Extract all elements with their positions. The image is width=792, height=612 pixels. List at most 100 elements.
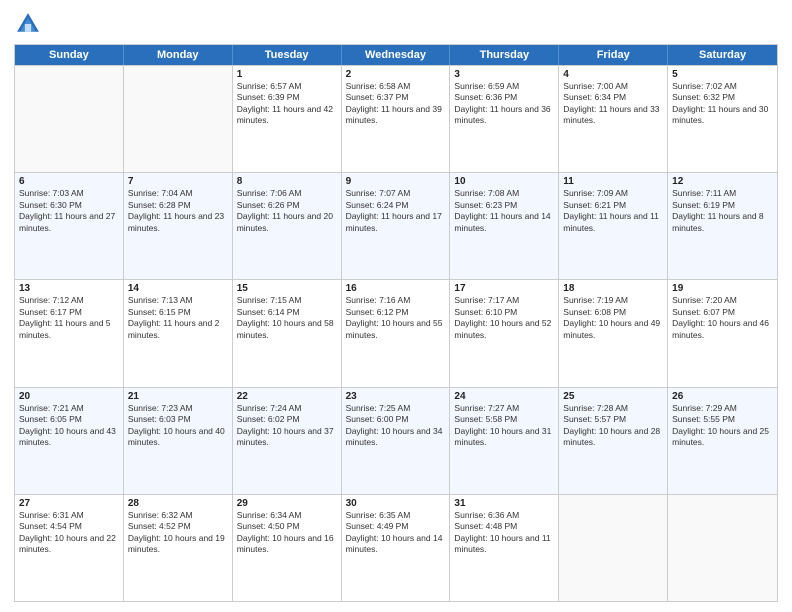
cell-info: Sunrise: 7:12 AMSunset: 6:17 PMDaylight:… bbox=[19, 295, 119, 341]
cell-info: Sunrise: 7:03 AMSunset: 6:30 PMDaylight:… bbox=[19, 188, 119, 234]
calendar-cell: 3Sunrise: 6:59 AMSunset: 6:36 PMDaylight… bbox=[450, 66, 559, 172]
calendar: SundayMondayTuesdayWednesdayThursdayFrid… bbox=[14, 44, 778, 602]
calendar-cell bbox=[559, 495, 668, 601]
calendar-cell: 31Sunrise: 6:36 AMSunset: 4:48 PMDayligh… bbox=[450, 495, 559, 601]
calendar-header-wednesday: Wednesday bbox=[342, 45, 451, 65]
cell-info: Sunrise: 7:23 AMSunset: 6:03 PMDaylight:… bbox=[128, 403, 228, 449]
cell-info: Sunrise: 6:35 AMSunset: 4:49 PMDaylight:… bbox=[346, 510, 446, 556]
calendar-cell: 8Sunrise: 7:06 AMSunset: 6:26 PMDaylight… bbox=[233, 173, 342, 279]
calendar-cell: 15Sunrise: 7:15 AMSunset: 6:14 PMDayligh… bbox=[233, 280, 342, 386]
calendar-cell: 27Sunrise: 6:31 AMSunset: 4:54 PMDayligh… bbox=[15, 495, 124, 601]
cell-info: Sunrise: 6:57 AMSunset: 6:39 PMDaylight:… bbox=[237, 81, 337, 127]
cell-info: Sunrise: 7:11 AMSunset: 6:19 PMDaylight:… bbox=[672, 188, 773, 234]
cell-info: Sunrise: 7:19 AMSunset: 6:08 PMDaylight:… bbox=[563, 295, 663, 341]
calendar-cell: 23Sunrise: 7:25 AMSunset: 6:00 PMDayligh… bbox=[342, 388, 451, 494]
day-number: 8 bbox=[237, 176, 337, 187]
day-number: 9 bbox=[346, 176, 446, 187]
cell-info: Sunrise: 7:24 AMSunset: 6:02 PMDaylight:… bbox=[237, 403, 337, 449]
calendar-cell: 14Sunrise: 7:13 AMSunset: 6:15 PMDayligh… bbox=[124, 280, 233, 386]
cell-info: Sunrise: 6:36 AMSunset: 4:48 PMDaylight:… bbox=[454, 510, 554, 556]
calendar-cell: 1Sunrise: 6:57 AMSunset: 6:39 PMDaylight… bbox=[233, 66, 342, 172]
calendar-row-1: 6Sunrise: 7:03 AMSunset: 6:30 PMDaylight… bbox=[15, 172, 777, 279]
calendar-cell: 25Sunrise: 7:28 AMSunset: 5:57 PMDayligh… bbox=[559, 388, 668, 494]
day-number: 2 bbox=[346, 69, 446, 80]
calendar-cell: 6Sunrise: 7:03 AMSunset: 6:30 PMDaylight… bbox=[15, 173, 124, 279]
cell-info: Sunrise: 7:17 AMSunset: 6:10 PMDaylight:… bbox=[454, 295, 554, 341]
cell-info: Sunrise: 6:58 AMSunset: 6:37 PMDaylight:… bbox=[346, 81, 446, 127]
day-number: 11 bbox=[563, 176, 663, 187]
day-number: 10 bbox=[454, 176, 554, 187]
day-number: 20 bbox=[19, 391, 119, 402]
calendar-cell: 18Sunrise: 7:19 AMSunset: 6:08 PMDayligh… bbox=[559, 280, 668, 386]
cell-info: Sunrise: 7:07 AMSunset: 6:24 PMDaylight:… bbox=[346, 188, 446, 234]
calendar-cell: 28Sunrise: 6:32 AMSunset: 4:52 PMDayligh… bbox=[124, 495, 233, 601]
day-number: 15 bbox=[237, 283, 337, 294]
calendar-cell: 12Sunrise: 7:11 AMSunset: 6:19 PMDayligh… bbox=[668, 173, 777, 279]
calendar-cell: 7Sunrise: 7:04 AMSunset: 6:28 PMDaylight… bbox=[124, 173, 233, 279]
day-number: 19 bbox=[672, 283, 773, 294]
header bbox=[14, 10, 778, 38]
calendar-header-sunday: Sunday bbox=[15, 45, 124, 65]
calendar-cell: 20Sunrise: 7:21 AMSunset: 6:05 PMDayligh… bbox=[15, 388, 124, 494]
calendar-row-4: 27Sunrise: 6:31 AMSunset: 4:54 PMDayligh… bbox=[15, 494, 777, 601]
day-number: 25 bbox=[563, 391, 663, 402]
day-number: 23 bbox=[346, 391, 446, 402]
day-number: 12 bbox=[672, 176, 773, 187]
calendar-row-2: 13Sunrise: 7:12 AMSunset: 6:17 PMDayligh… bbox=[15, 279, 777, 386]
logo bbox=[14, 10, 44, 38]
day-number: 28 bbox=[128, 498, 228, 509]
day-number: 24 bbox=[454, 391, 554, 402]
cell-info: Sunrise: 7:08 AMSunset: 6:23 PMDaylight:… bbox=[454, 188, 554, 234]
calendar-body: 1Sunrise: 6:57 AMSunset: 6:39 PMDaylight… bbox=[15, 65, 777, 601]
calendar-row-0: 1Sunrise: 6:57 AMSunset: 6:39 PMDaylight… bbox=[15, 65, 777, 172]
cell-info: Sunrise: 7:09 AMSunset: 6:21 PMDaylight:… bbox=[563, 188, 663, 234]
cell-info: Sunrise: 6:32 AMSunset: 4:52 PMDaylight:… bbox=[128, 510, 228, 556]
calendar-cell: 22Sunrise: 7:24 AMSunset: 6:02 PMDayligh… bbox=[233, 388, 342, 494]
cell-info: Sunrise: 7:28 AMSunset: 5:57 PMDaylight:… bbox=[563, 403, 663, 449]
day-number: 6 bbox=[19, 176, 119, 187]
day-number: 30 bbox=[346, 498, 446, 509]
calendar-cell bbox=[668, 495, 777, 601]
calendar-header-saturday: Saturday bbox=[668, 45, 777, 65]
day-number: 7 bbox=[128, 176, 228, 187]
day-number: 5 bbox=[672, 69, 773, 80]
calendar-header-tuesday: Tuesday bbox=[233, 45, 342, 65]
day-number: 1 bbox=[237, 69, 337, 80]
calendar-cell: 9Sunrise: 7:07 AMSunset: 6:24 PMDaylight… bbox=[342, 173, 451, 279]
page: SundayMondayTuesdayWednesdayThursdayFrid… bbox=[0, 0, 792, 612]
cell-info: Sunrise: 7:13 AMSunset: 6:15 PMDaylight:… bbox=[128, 295, 228, 341]
day-number: 22 bbox=[237, 391, 337, 402]
cell-info: Sunrise: 7:02 AMSunset: 6:32 PMDaylight:… bbox=[672, 81, 773, 127]
calendar-cell: 30Sunrise: 6:35 AMSunset: 4:49 PMDayligh… bbox=[342, 495, 451, 601]
day-number: 14 bbox=[128, 283, 228, 294]
calendar-cell: 10Sunrise: 7:08 AMSunset: 6:23 PMDayligh… bbox=[450, 173, 559, 279]
day-number: 13 bbox=[19, 283, 119, 294]
cell-info: Sunrise: 7:00 AMSunset: 6:34 PMDaylight:… bbox=[563, 81, 663, 127]
day-number: 17 bbox=[454, 283, 554, 294]
calendar-cell: 19Sunrise: 7:20 AMSunset: 6:07 PMDayligh… bbox=[668, 280, 777, 386]
calendar-cell: 4Sunrise: 7:00 AMSunset: 6:34 PMDaylight… bbox=[559, 66, 668, 172]
cell-info: Sunrise: 7:20 AMSunset: 6:07 PMDaylight:… bbox=[672, 295, 773, 341]
calendar-cell: 21Sunrise: 7:23 AMSunset: 6:03 PMDayligh… bbox=[124, 388, 233, 494]
cell-info: Sunrise: 7:04 AMSunset: 6:28 PMDaylight:… bbox=[128, 188, 228, 234]
cell-info: Sunrise: 7:21 AMSunset: 6:05 PMDaylight:… bbox=[19, 403, 119, 449]
cell-info: Sunrise: 7:25 AMSunset: 6:00 PMDaylight:… bbox=[346, 403, 446, 449]
day-number: 29 bbox=[237, 498, 337, 509]
day-number: 16 bbox=[346, 283, 446, 294]
calendar-cell bbox=[15, 66, 124, 172]
calendar-cell: 5Sunrise: 7:02 AMSunset: 6:32 PMDaylight… bbox=[668, 66, 777, 172]
calendar-header-friday: Friday bbox=[559, 45, 668, 65]
calendar-cell bbox=[124, 66, 233, 172]
cell-info: Sunrise: 7:29 AMSunset: 5:55 PMDaylight:… bbox=[672, 403, 773, 449]
calendar-header-thursday: Thursday bbox=[450, 45, 559, 65]
logo-icon bbox=[14, 10, 42, 38]
calendar-row-3: 20Sunrise: 7:21 AMSunset: 6:05 PMDayligh… bbox=[15, 387, 777, 494]
cell-info: Sunrise: 6:34 AMSunset: 4:50 PMDaylight:… bbox=[237, 510, 337, 556]
calendar-cell: 2Sunrise: 6:58 AMSunset: 6:37 PMDaylight… bbox=[342, 66, 451, 172]
cell-info: Sunrise: 7:27 AMSunset: 5:58 PMDaylight:… bbox=[454, 403, 554, 449]
calendar-cell: 29Sunrise: 6:34 AMSunset: 4:50 PMDayligh… bbox=[233, 495, 342, 601]
cell-info: Sunrise: 6:31 AMSunset: 4:54 PMDaylight:… bbox=[19, 510, 119, 556]
day-number: 21 bbox=[128, 391, 228, 402]
calendar-cell: 11Sunrise: 7:09 AMSunset: 6:21 PMDayligh… bbox=[559, 173, 668, 279]
calendar-cell: 26Sunrise: 7:29 AMSunset: 5:55 PMDayligh… bbox=[668, 388, 777, 494]
